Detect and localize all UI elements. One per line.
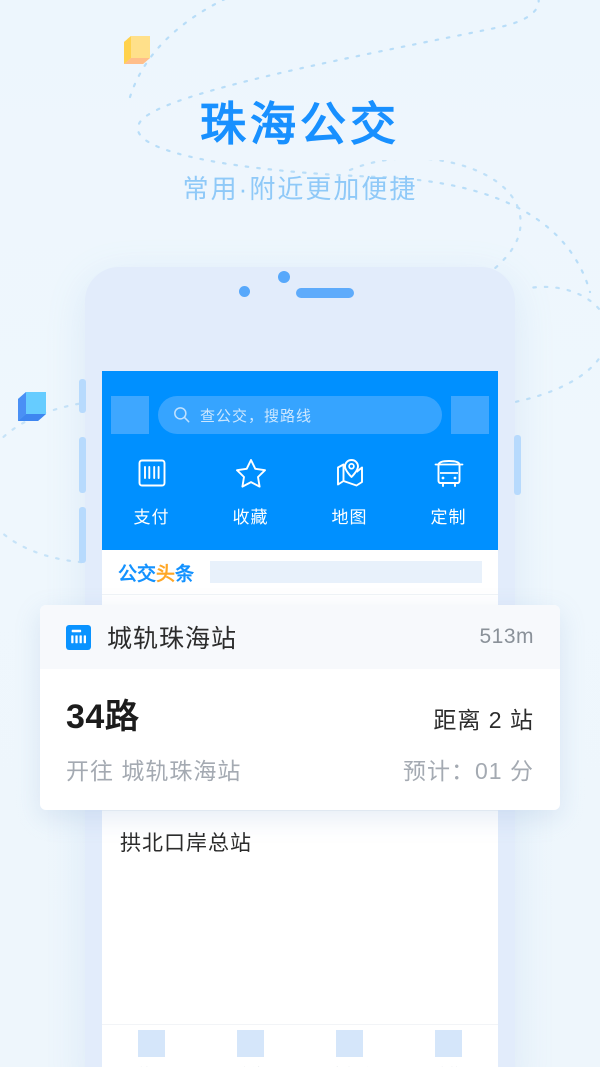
nav-item-home[interactable]: 首页 bbox=[102, 1030, 201, 1067]
nav-item-profile[interactable]: 我的 bbox=[399, 1030, 498, 1067]
yellow-cube-icon bbox=[124, 36, 150, 64]
phone-power-button[interactable] bbox=[514, 435, 521, 495]
arrival-secondary-row: 开往 城轨珠海站 预计：01 分 bbox=[66, 752, 534, 786]
nav-item-carbon-life[interactable]: 碳生活 bbox=[300, 1030, 399, 1067]
route-number: 34路 bbox=[66, 698, 140, 736]
phone-camera-dot-icon bbox=[278, 271, 290, 283]
arrival-primary-row: 34路 距离 2 站 bbox=[66, 689, 534, 738]
phone-volume-down-button[interactable] bbox=[79, 507, 86, 563]
home-icon bbox=[138, 1030, 165, 1057]
arrival-card[interactable]: 城轨珠海站 513m 34路 距离 2 站 开往 城轨珠海站 预计：01 分 bbox=[40, 605, 560, 810]
map-pin-icon bbox=[336, 459, 363, 487]
station-name: 城轨珠海站 bbox=[107, 625, 238, 653]
header-right-placeholder[interactable] bbox=[451, 396, 489, 434]
quick-actions: 支付 收藏 地图 定制 bbox=[102, 455, 498, 528]
quick-action-label: 收藏 bbox=[232, 508, 269, 527]
news-strip[interactable]: 公交头条 bbox=[102, 550, 498, 595]
quick-action-label: 定制 bbox=[430, 508, 467, 527]
search-placeholder-text: 查公交，搜路线 bbox=[200, 407, 313, 425]
hero-headline: 珠海公交 常用·附近更加便捷 bbox=[0, 98, 600, 206]
list-item-title: 拱北口岸总站 bbox=[120, 832, 252, 855]
quick-action-pay[interactable]: 支付 bbox=[102, 455, 201, 528]
nav-item-label: 首页 bbox=[137, 1063, 165, 1067]
star-icon bbox=[235, 459, 266, 488]
quick-action-map[interactable]: 地图 bbox=[300, 455, 399, 528]
header-left-placeholder[interactable] bbox=[111, 396, 149, 434]
page-subtitle: 常用·附近更加便捷 bbox=[182, 174, 418, 205]
quick-action-label: 地图 bbox=[331, 508, 368, 527]
bus-icon bbox=[434, 460, 463, 487]
search-input[interactable]: 查公交，搜路线 bbox=[158, 396, 442, 434]
news-logo-main: 公交 bbox=[118, 563, 157, 585]
barcode-icon bbox=[138, 459, 165, 487]
phone-volume-up-button[interactable] bbox=[79, 437, 86, 493]
news-logo-accent: 头 bbox=[156, 563, 176, 585]
page-title: 珠海公交 bbox=[200, 98, 400, 150]
leaf-icon bbox=[336, 1030, 363, 1057]
quick-action-label: 支付 bbox=[133, 508, 170, 527]
station-distance: 513m bbox=[479, 625, 534, 648]
bus-station-icon bbox=[66, 624, 91, 650]
nav-item-label: 我的 bbox=[434, 1063, 462, 1067]
arrival-card-body: 34路 距离 2 站 开往 城轨珠海站 预计：01 分 bbox=[40, 669, 560, 810]
poster-stage: 珠海公交 常用·附近更加便捷 查公交，搜路线 支付 收藏 地图 定制 公交头条 … bbox=[0, 0, 600, 1067]
stops-away: 距离 2 站 bbox=[433, 707, 534, 733]
news-logo: 公交头条 bbox=[118, 559, 194, 586]
route-eta: 预计：01 分 bbox=[403, 758, 534, 784]
quick-action-favorites[interactable]: 收藏 bbox=[201, 455, 300, 528]
nav-item-label: 碳生活 bbox=[328, 1063, 370, 1067]
nav-item-label: 路线 bbox=[236, 1063, 264, 1067]
news-headline-placeholder bbox=[210, 561, 482, 583]
arrival-card-header: 城轨珠海站 513m bbox=[40, 605, 560, 669]
user-icon bbox=[435, 1030, 462, 1057]
route-icon bbox=[237, 1030, 264, 1057]
route-direction: 开往 城轨珠海站 bbox=[66, 758, 242, 784]
app-header: 查公交，搜路线 支付 收藏 地图 定制 bbox=[102, 371, 498, 550]
list-item[interactable]: 拱北口岸总站 bbox=[102, 811, 498, 857]
blue-cube-icon bbox=[18, 392, 46, 421]
nav-item-routes[interactable]: 路线 bbox=[201, 1030, 300, 1067]
phone-speaker-icon bbox=[296, 288, 354, 298]
search-row: 查公交，搜路线 bbox=[102, 395, 498, 435]
phone-sensor-dot-icon bbox=[239, 286, 250, 297]
news-logo-tail: 条 bbox=[175, 563, 195, 585]
phone-mute-button[interactable] bbox=[79, 379, 86, 413]
bottom-nav: 首页 路线 碳生活 我的 bbox=[102, 1024, 498, 1067]
quick-action-custom[interactable]: 定制 bbox=[399, 455, 498, 528]
search-icon bbox=[174, 407, 190, 423]
